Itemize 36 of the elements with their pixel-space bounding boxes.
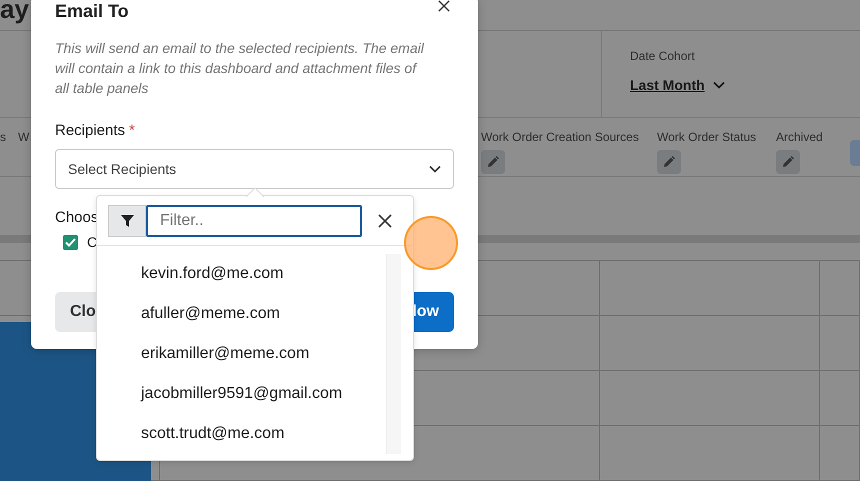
- table-cell: [820, 426, 860, 481]
- edit-button[interactable]: [657, 150, 681, 174]
- recipient-option[interactable]: scott.trudt@me.com: [141, 414, 386, 454]
- close-icon: [438, 0, 450, 12]
- chevron-down-icon: [712, 80, 725, 89]
- clear-button[interactable]: [378, 214, 392, 228]
- recipient-option[interactable]: jacobmiller9591@gmail.com: [141, 374, 386, 414]
- filter-label: Work Order Creation Sources: [481, 130, 639, 144]
- checkbox-label: C: [87, 234, 98, 250]
- recipient-option[interactable]: kevin.ford@me.com: [141, 254, 386, 294]
- recipients-select[interactable]: Select Recipients: [55, 149, 454, 189]
- dialog-description: This will send an email to the selected recipients. The email will contain a link to this dashboard and attachment files of all table panels: [55, 39, 426, 98]
- filter-label: Archived: [776, 130, 823, 144]
- table-cell: [820, 316, 860, 371]
- dialog-title: Email To: [55, 0, 129, 22]
- recipient-option[interactable]: afuller@meme.com: [141, 294, 386, 334]
- filter-label: s: [0, 130, 6, 144]
- date-cohort-dropdown[interactable]: Last Month: [630, 76, 725, 93]
- field-label: Recipients *: [55, 122, 136, 139]
- pencil-icon: [487, 156, 499, 168]
- filter-label: Work Order Status: [657, 130, 756, 144]
- close-icon: [378, 214, 392, 228]
- page-title: ay: [0, 0, 29, 22]
- pencil-icon: [782, 156, 794, 168]
- recipient-option[interactable]: erikamiller@meme.com: [141, 334, 386, 374]
- filter-label: Date Cohort: [630, 48, 696, 63]
- table-cell: [820, 370, 860, 426]
- filter-icon: [120, 214, 134, 226]
- filter-label: W: [18, 130, 30, 144]
- chevron-down-icon: [429, 165, 441, 173]
- filter-input[interactable]: Filter..: [146, 204, 362, 236]
- edit-button[interactable]: [481, 150, 505, 174]
- filter-button[interactable]: [108, 204, 146, 236]
- checkbox[interactable]: [63, 234, 78, 250]
- pencil-icon: [663, 156, 675, 168]
- edit-button[interactable]: [776, 150, 800, 174]
